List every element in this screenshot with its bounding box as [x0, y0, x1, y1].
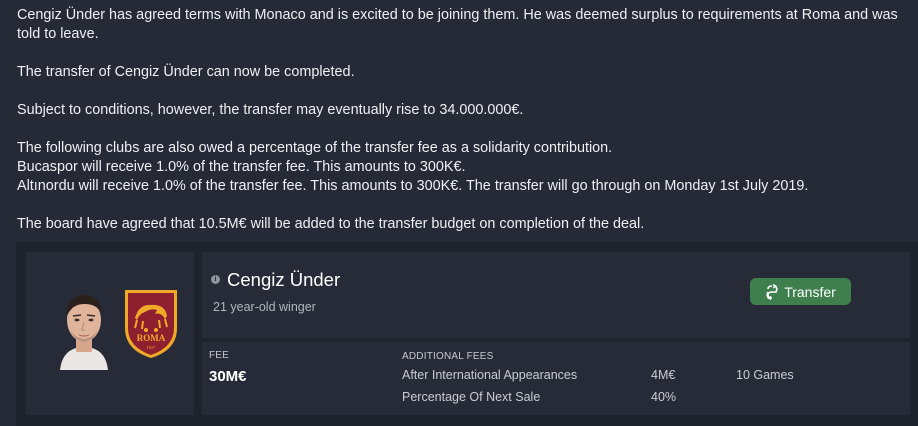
transfer-button-label: Transfer [784, 283, 836, 300]
svg-text:ROMA: ROMA [137, 333, 166, 343]
additional-fee-condition: 10 Games [736, 368, 794, 382]
transfer-button[interactable]: Transfer [750, 278, 851, 305]
additional-fee-amount: 4M€ [651, 368, 676, 382]
message-line: Altınordu will receive 1.0% of the trans… [17, 178, 809, 194]
message-line: Bucaspor will receive 1.0% of the transf… [17, 159, 466, 175]
news-message-body: Cengiz Ünder has agreed terms with Monac… [17, 6, 917, 234]
additional-fees-label: ADDITIONAL FEES [402, 351, 494, 362]
player-face-image[interactable] [54, 282, 114, 370]
additional-fee-amount: 40% [651, 390, 677, 404]
fees-panel: FEE 30M€ ADDITIONAL FEES After Internati… [202, 342, 910, 415]
player-info-panel: i Cengiz Ünder 21 year-old winger Transf… [202, 252, 910, 338]
additional-fee-row: Percentage Of Next Sale 40% [402, 390, 902, 408]
player-name[interactable]: Cengiz Ünder [227, 269, 340, 291]
player-description: 21 year-old winger [213, 300, 316, 314]
message-line: The following clubs are also owed a perc… [17, 140, 613, 156]
svg-text:1927: 1927 [147, 345, 157, 350]
fee-value: 30M€ [209, 368, 247, 385]
additional-fee-name: Percentage Of Next Sale [402, 390, 541, 404]
message-line: The board have agreed that 10.5M€ will b… [17, 216, 645, 232]
player-media-panel: ROMA 1927 [26, 252, 194, 415]
transfer-card: ROMA 1927 i Cengiz Ünder 21 year-old win… [16, 242, 918, 426]
transfer-icon [766, 283, 778, 300]
message-line: Cengiz Ünder has agreed terms with Monac… [17, 7, 898, 23]
additional-fee-row: After International Appearances 4M€ 10 G… [402, 368, 902, 386]
additional-fee-name: After International Appearances [402, 368, 578, 382]
message-line: told to leave. [17, 26, 99, 42]
message-line: Subject to conditions, however, the tran… [17, 102, 524, 118]
info-icon[interactable]: i [211, 275, 220, 284]
message-line: The transfer of Cengiz Ünder can now be … [17, 64, 355, 80]
fee-label: FEE [209, 350, 230, 361]
roma-crest-icon[interactable]: ROMA 1927 [121, 288, 181, 360]
